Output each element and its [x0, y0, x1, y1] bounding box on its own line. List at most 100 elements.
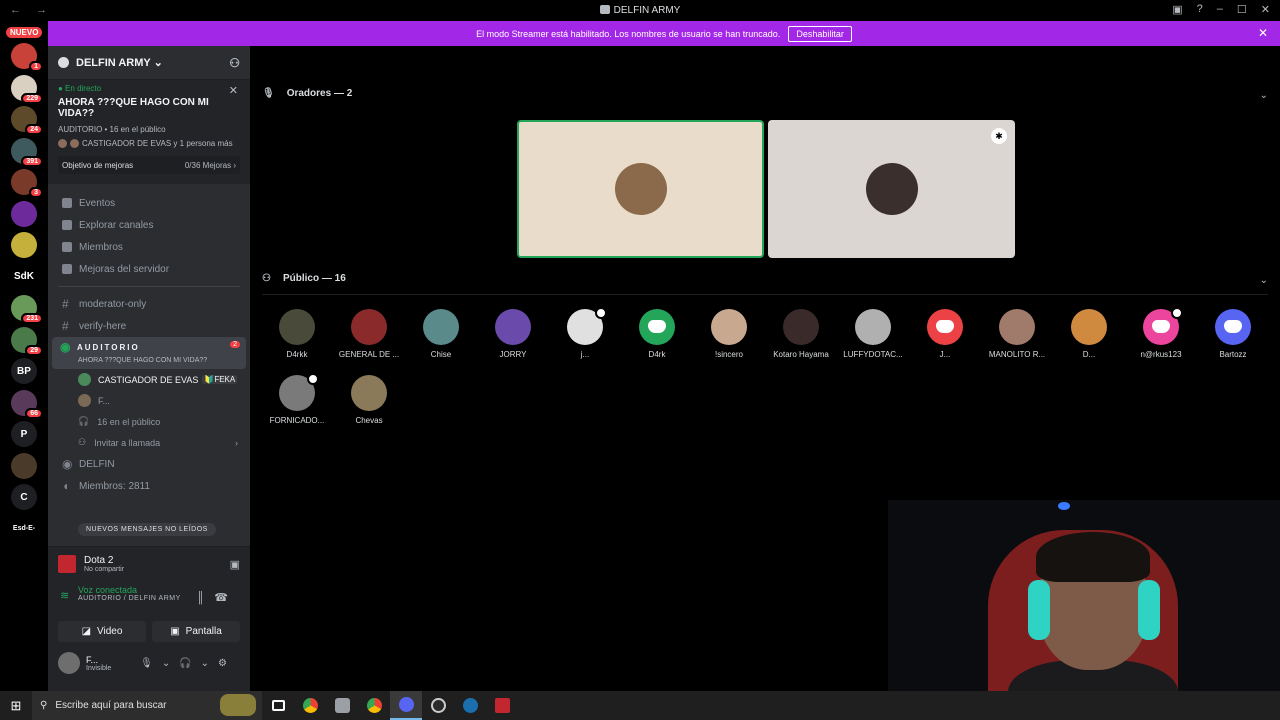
stage-channel-name: AUDITORIO — [77, 342, 140, 352]
audience-member[interactable]: Kotaro Hayama — [765, 309, 837, 359]
channel-label: DELFIN — [79, 458, 115, 470]
inbox-icon[interactable]: ▣ — [1172, 3, 1182, 16]
server-icon[interactable]: 66 — [11, 389, 43, 419]
dota-icon[interactable] — [486, 691, 518, 720]
speaker-icon: ◖ — [62, 479, 70, 493]
server-icon[interactable]: 3 — [11, 169, 43, 198]
server-icon[interactable]: P — [11, 421, 37, 447]
audience-member[interactable]: D4rkk — [261, 309, 333, 359]
invite-row[interactable]: ⚇ Invitar a llamada › — [48, 432, 250, 453]
help-icon[interactable]: ? — [1197, 3, 1203, 16]
video-button[interactable]: ◪ Video — [58, 621, 146, 642]
windows-start-button[interactable]: ⊞ — [0, 691, 32, 720]
camera-off-icon: ◪ — [81, 626, 92, 637]
stage-member-row[interactable]: F... — [48, 390, 250, 411]
speaker-tile[interactable]: ✱ — [768, 120, 1015, 258]
guild-header[interactable]: DELFIN ARMY ⌄ ⚇ — [48, 46, 250, 80]
audience-member[interactable]: J... — [909, 309, 981, 359]
activity-detail: No compartir — [84, 566, 125, 573]
chevron-down-icon[interactable]: ⌄ — [1260, 275, 1268, 286]
dota-icon — [58, 555, 76, 573]
user-controls[interactable]: 🎙⌄🎧⌄⚙ — [140, 658, 236, 669]
sidebar-item-browse[interactable]: Explorar canales — [50, 214, 250, 236]
member-name: Bartozz — [1219, 350, 1247, 359]
obs-icon[interactable] — [422, 691, 454, 720]
audience-member[interactable]: FORNICADO... — [261, 373, 333, 425]
banner-close-icon[interactable]: ✕ — [1258, 26, 1268, 40]
server-icon[interactable]: 231 — [11, 295, 43, 324]
close-button[interactable]: ✕ — [1261, 3, 1270, 16]
stage-channel-auditorio[interactable]: ◉ AUDITORIO AHORA ???QUE HAGO CON MI VIDA… — [52, 337, 246, 369]
audience-member[interactable]: Bartozz — [1197, 309, 1269, 359]
server-icon[interactable] — [11, 452, 37, 479]
chrome-icon[interactable] — [294, 691, 326, 720]
server-icon[interactable]: 24 — [11, 106, 43, 135]
discord-icon[interactable] — [390, 691, 422, 720]
server-icon[interactable]: SdK — [11, 263, 37, 290]
server-icon[interactable]: 1 — [11, 43, 43, 72]
audience-member[interactable]: LUFFYDOTAC... — [837, 309, 909, 359]
new-messages-pill[interactable]: NUEVOS MENSAJES NO LEÍDOS — [78, 523, 216, 536]
title-bar: ← → DELFIN ARMY ▣ ? – ☐ ✕ — [0, 0, 1280, 21]
channel-members-count[interactable]: ◖ Miembros: 2811 — [50, 475, 250, 497]
share-screen-icon[interactable]: ▣ — [230, 558, 240, 571]
boost-goal[interactable]: Objetivo de mejoras 0/36 Mejoras › — [58, 156, 240, 174]
server-icon[interactable]: BP — [11, 358, 37, 384]
audience-member[interactable]: JORRY — [477, 309, 549, 359]
discord-logo-icon — [936, 320, 954, 333]
close-icon[interactable]: ✕ — [229, 84, 238, 97]
audience-member[interactable]: D4rk — [621, 309, 693, 359]
audience-title: Público — 16 — [282, 273, 346, 284]
discord-logo-icon — [1224, 320, 1242, 333]
server-icon[interactable]: 229 — [11, 74, 43, 104]
sidebar-item-events[interactable]: Eventos — [50, 192, 250, 214]
voice-controls[interactable]: ║☎ — [197, 591, 239, 604]
channel-verify-here[interactable]: # verify-here — [50, 315, 250, 337]
server-icon[interactable] — [11, 232, 37, 258]
audience-member[interactable]: !sincero — [693, 309, 765, 359]
avatar — [78, 373, 91, 386]
screen-button[interactable]: ▣ Pantalla — [152, 621, 240, 642]
server-icon[interactable]: C — [11, 484, 37, 510]
disable-streamer-button[interactable]: Deshabilitar — [788, 25, 852, 42]
audience-member[interactable]: D... — [1053, 309, 1125, 359]
current-user[interactable]: F... Invisible 🎙⌄🎧⌄⚙ — [48, 642, 250, 684]
audience-member[interactable]: Chevas — [333, 375, 405, 425]
stage-member-row[interactable]: CASTIGADOR DE EVAS 🔰FEKA — [48, 369, 250, 390]
server-icon[interactable] — [11, 200, 37, 227]
channel-delfin[interactable]: ◉ DELFIN — [50, 453, 250, 475]
member-name: GENERAL DE ... — [338, 350, 400, 359]
task-view-icon[interactable] — [262, 691, 294, 720]
steam-icon[interactable] — [454, 691, 486, 720]
audience-member[interactable]: n@rkus123 — [1125, 307, 1197, 359]
maximize-button[interactable]: ☐ — [1237, 3, 1247, 16]
taskbar-search[interactable]: ⚲ Escribe aquí para buscar — [32, 691, 262, 720]
banner-text: El modo Streamer está habilitado. Los no… — [476, 28, 781, 39]
audience-member[interactable]: MANOLITO R... — [981, 309, 1053, 359]
avatar — [423, 309, 459, 345]
taskbar: ⊞ ⚲ Escribe aquí para buscar — [0, 691, 1280, 720]
live-stage-card[interactable]: ● En directo ✕ AHORA ???QUE HAGO CON MI … — [48, 80, 250, 184]
chevron-down-icon[interactable]: ⌄ — [1260, 90, 1268, 101]
headphones — [1028, 580, 1050, 640]
sidebar-item-members[interactable]: Miembros — [50, 236, 250, 258]
chrome-icon[interactable] — [358, 691, 390, 720]
audience-member[interactable]: Chise — [405, 309, 477, 359]
audience-member[interactable]: j... — [549, 307, 621, 359]
add-member-icon[interactable]: ⚇ — [229, 56, 240, 70]
user-name: F... — [86, 654, 99, 665]
activity-row[interactable]: Dota 2 No compartir ▣ — [48, 547, 250, 581]
app-icon[interactable] — [326, 691, 358, 720]
signal-icon[interactable]: ≋ — [60, 589, 69, 602]
avatar — [567, 307, 607, 345]
server-icon[interactable]: 391 — [11, 137, 43, 167]
speaker-tile[interactable] — [517, 120, 764, 258]
minimize-button[interactable]: – — [1217, 3, 1223, 16]
channel-moderator-only[interactable]: # moderator-only — [50, 293, 250, 315]
browse-icon — [62, 220, 72, 230]
audience-member[interactable]: GENERAL DE ... — [333, 309, 405, 359]
server-icon[interactable]: 29 — [11, 326, 43, 356]
audience-count-row[interactable]: 🎧 16 en el público — [48, 411, 250, 432]
server-icon[interactable]: Esd-E- — [11, 515, 37, 542]
sidebar-item-boosts[interactable]: Mejoras del servidor — [50, 258, 250, 280]
